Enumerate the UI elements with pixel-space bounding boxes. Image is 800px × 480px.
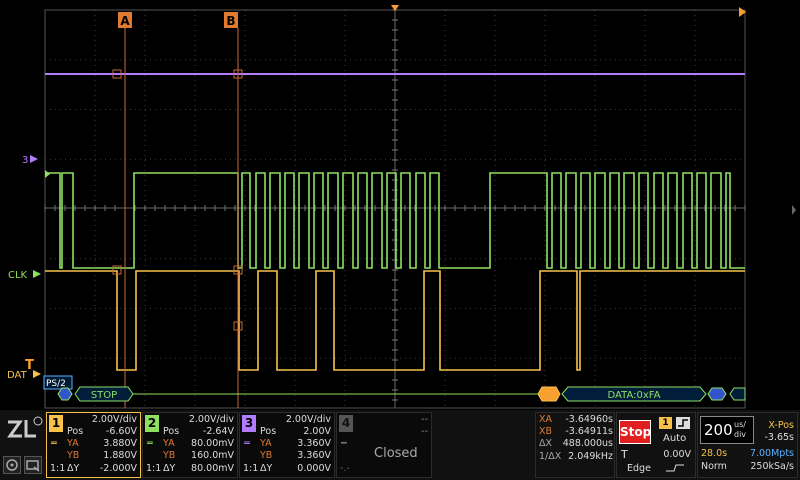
memory-depth: 7.00Mpts xyxy=(749,448,794,459)
xb-value: -3.64911s xyxy=(565,426,613,437)
touch-icon xyxy=(6,459,18,471)
ch4-number: 4 xyxy=(339,415,353,432)
trigger-mode: Auto xyxy=(663,433,687,444)
status-bar: 1 2.00V/div Pos -6.60V ═ YA 3.880V YB 1.… xyxy=(0,410,800,480)
ch2-yb-value: 160.0mV xyxy=(191,450,234,461)
ch1-marker-label[interactable]: DAT xyxy=(7,370,28,381)
dx-value: 488.000us xyxy=(562,438,613,449)
trigger-slope-icon xyxy=(676,417,690,429)
xa-value: -3.64960s xyxy=(565,414,613,425)
waveform-display[interactable]: A B 3 CLK T DAT PS/2 STOP DATA:0xFA xyxy=(0,0,800,410)
trigger-panel[interactable]: Stop 1 Auto T 0.00V Edge xyxy=(616,412,696,478)
ch2-marker-arrow xyxy=(33,270,41,278)
ch2-coupling-icon: ═ xyxy=(147,438,153,449)
cursor-b-label: B xyxy=(226,14,235,28)
ch4-panel[interactable]: 4 -- -- ━ Closed -.- xyxy=(336,412,432,478)
decode-end-packet xyxy=(707,387,727,401)
rising-edge-icon xyxy=(666,464,684,472)
ch3-ya-value: 3.360V xyxy=(297,438,331,449)
ch3-probe-ratio: 1:1 xyxy=(243,463,259,474)
xb-label: XB xyxy=(539,426,553,437)
ch1-volts-div: 2.00V/div xyxy=(91,414,137,425)
trigger-label: T xyxy=(621,448,628,461)
ch2-ya-label: YA xyxy=(163,438,175,449)
cursor-measure-panel[interactable]: XA -3.64960s XB -3.64911s ΔX 488.000us 1… xyxy=(535,412,615,478)
ch2-pos-value: -2.64V xyxy=(202,426,234,437)
trigger-source-badge: 1 xyxy=(659,417,672,429)
timebase-unit-top: us/ xyxy=(734,420,746,429)
ch3-pos-value: 2.00V xyxy=(303,426,331,437)
ch2-left-edge-marker xyxy=(45,170,50,178)
ch3-pos-label: Pos xyxy=(260,426,277,437)
timebase-panel[interactable]: 200 us/ div X-Pos -3.65s 28.0s 7.00Mpts … xyxy=(697,412,798,478)
screen-icon xyxy=(26,460,40,472)
ch4-coupling-icon: ━ xyxy=(341,438,347,449)
ch2-ya-value: 80.00mV xyxy=(191,438,234,449)
ch3-dy-label: ΔY xyxy=(260,463,273,474)
ch3-number: 3 xyxy=(242,415,256,432)
acquire-mode: Norm xyxy=(701,461,727,472)
decode-next-packet xyxy=(729,387,746,401)
decode-stop-label: STOP xyxy=(91,390,117,401)
ch1-yb-label: YB xyxy=(67,450,80,461)
trigger-level: 0.00V xyxy=(663,449,691,460)
memory-time: 28.0s xyxy=(701,448,728,459)
ch3-volts-div: 2.00V/div xyxy=(285,414,331,425)
ch4-volts-div: -- xyxy=(421,414,428,425)
ch1-marker-arrow xyxy=(33,370,41,378)
ch2-dy-value: 80.00mV xyxy=(191,463,234,474)
ch3-ya-label: YA xyxy=(260,438,272,449)
ch1-dy-label: ΔY xyxy=(67,463,80,474)
cursor-a-label: A xyxy=(120,14,130,28)
ch3-coupling-icon: ═ xyxy=(244,438,250,449)
ch2-probe-ratio: 1:1 xyxy=(146,463,162,474)
ch1-panel[interactable]: 1 2.00V/div Pos -6.60V ═ YA 3.880V YB 1.… xyxy=(46,412,141,478)
screenshot-button[interactable] xyxy=(24,456,42,474)
ch3-yb-label: YB xyxy=(260,450,273,461)
ch1-yb-value: 1.880V xyxy=(103,450,137,461)
xpos-label: X-Pos xyxy=(768,420,794,431)
ch2-volts-div: 2.00V/div xyxy=(188,414,234,425)
ch2-number: 2 xyxy=(145,415,159,432)
ch1-number: 1 xyxy=(49,415,63,432)
ch1-ya-label: YA xyxy=(67,438,79,449)
run-stop-button[interactable]: Stop xyxy=(619,420,651,444)
ch3-yb-value: 3.360V xyxy=(297,450,331,461)
inv-dx-label: 1/ΔX xyxy=(539,451,562,462)
ch4-probe-ratio: -.- xyxy=(340,463,350,474)
ch3-marker-label[interactable]: 3 xyxy=(22,155,28,166)
trigger-type: Edge xyxy=(627,463,651,474)
ch4-status: Closed xyxy=(374,446,418,461)
ch2-marker-label[interactable]: CLK xyxy=(8,270,28,281)
ch3-dy-value: 0.000V xyxy=(297,463,331,474)
ch1-dy-value: -2.000V xyxy=(99,463,137,474)
ch1-pos-value: -6.60V xyxy=(105,426,137,437)
right-scroll-handle[interactable] xyxy=(792,205,796,215)
ch2-dy-label: ΔY xyxy=(163,463,176,474)
ch1-probe-ratio: 1:1 xyxy=(50,463,66,474)
ch2-pos-label: Pos xyxy=(163,426,180,437)
zlg-logo-icon xyxy=(7,416,43,438)
sample-rate: 250kSa/s xyxy=(750,461,794,472)
cursor-intersections xyxy=(112,69,243,331)
ch1-ya-value: 3.880V xyxy=(103,438,137,449)
decode-start-packet xyxy=(57,387,73,401)
ch1-coupling-icon: ═ xyxy=(51,438,57,449)
ch4-pos-value: -- xyxy=(421,426,428,437)
ch2-yb-label: YB xyxy=(163,450,176,461)
xa-label: XA xyxy=(539,414,553,425)
ch1-pos-label: Pos xyxy=(67,426,84,437)
ch2-panel[interactable]: 2 2.00V/div Pos -2.64V ═ YA 80.00mV YB 1… xyxy=(142,412,238,478)
decode-data-label: DATA:0xFA xyxy=(608,390,661,401)
ch3-marker-arrow xyxy=(30,155,38,163)
decode-parity-packet xyxy=(537,386,561,402)
timebase-scale: 200 xyxy=(704,421,733,439)
inv-dx-value: 2.049kHz xyxy=(568,451,613,462)
timebase-unit-bottom: div xyxy=(734,430,747,439)
touch-lock-button[interactable] xyxy=(3,456,21,474)
dx-label: ΔX xyxy=(539,438,553,449)
ch3-panel[interactable]: 3 2.00V/div Pos 2.00V ═ YA 3.360V YB 3.3… xyxy=(239,412,335,478)
xpos-value: -3.65s xyxy=(764,432,794,443)
